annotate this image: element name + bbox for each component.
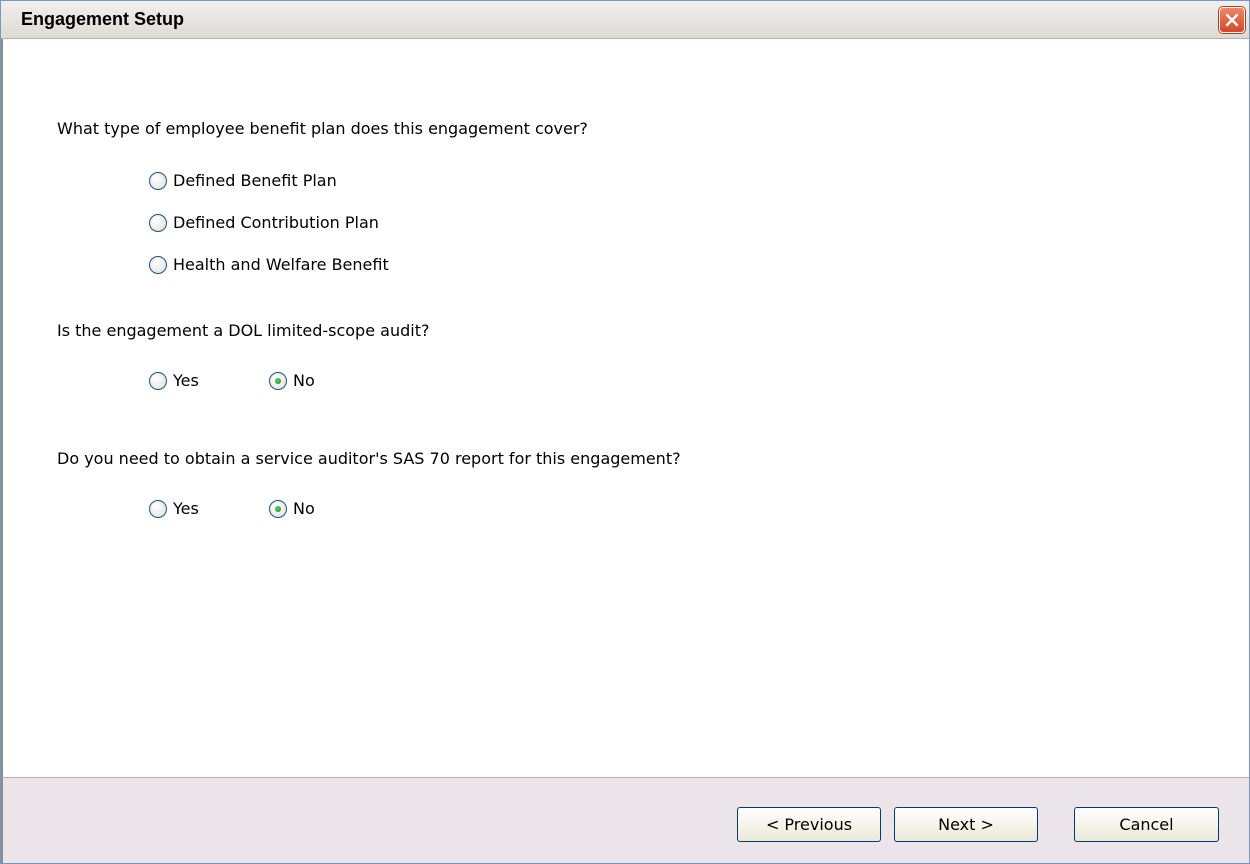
close-button[interactable] xyxy=(1219,7,1245,33)
radio-circle-unchecked[interactable] xyxy=(149,255,167,274)
previous-button[interactable]: < Previous xyxy=(737,807,881,842)
sas70-question: Do you need to obtain a service auditor'… xyxy=(57,449,681,468)
content-panel: What type of employee benefit plan does … xyxy=(1,39,1249,777)
title-bar: Engagement Setup xyxy=(1,1,1249,39)
radio-label: Defined Contribution Plan xyxy=(173,213,379,232)
radio-health-and-welfare-benefit[interactable]: Health and Welfare Benefit xyxy=(149,255,389,274)
close-icon xyxy=(1225,13,1239,27)
radio-defined-benefit-plan[interactable]: Defined Benefit Plan xyxy=(149,171,337,190)
radio-label: Yes xyxy=(173,499,199,518)
radio-label: Health and Welfare Benefit xyxy=(173,255,389,274)
next-button[interactable]: Next > xyxy=(894,807,1038,842)
engagement-setup-dialog: Engagement Setup What type of employee b… xyxy=(0,0,1250,864)
dol-audit-question: Is the engagement a DOL limited-scope au… xyxy=(57,321,430,340)
radio-label: No xyxy=(293,371,315,390)
radio-defined-contribution-plan[interactable]: Defined Contribution Plan xyxy=(149,213,379,232)
radio-sas70-no[interactable]: No xyxy=(269,499,315,518)
radio-circle-unchecked[interactable] xyxy=(149,371,167,390)
window-title: Engagement Setup xyxy=(21,9,185,29)
radio-circle-checked[interactable] xyxy=(269,371,287,390)
button-bar: < Previous Next > Cancel xyxy=(1,777,1249,863)
radio-sas70-yes[interactable]: Yes xyxy=(149,499,199,518)
radio-dol-yes[interactable]: Yes xyxy=(149,371,199,390)
radio-circle-unchecked[interactable] xyxy=(149,499,167,518)
cancel-button[interactable]: Cancel xyxy=(1074,807,1219,842)
radio-circle-unchecked[interactable] xyxy=(149,213,167,232)
radio-label: Defined Benefit Plan xyxy=(173,171,337,190)
radio-label: Yes xyxy=(173,371,199,390)
radio-circle-checked[interactable] xyxy=(269,499,287,518)
radio-dol-no[interactable]: No xyxy=(269,371,315,390)
radio-label: No xyxy=(293,499,315,518)
radio-circle-unchecked[interactable] xyxy=(149,171,167,190)
plan-type-question: What type of employee benefit plan does … xyxy=(57,119,588,138)
